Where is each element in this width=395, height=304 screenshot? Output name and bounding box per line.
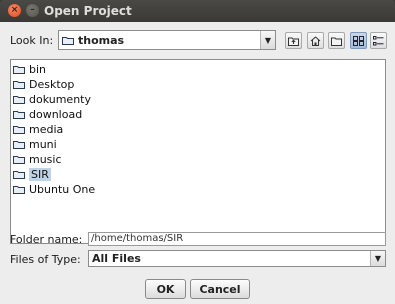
folder-icon: [13, 125, 25, 134]
ok-button[interactable]: OK: [145, 279, 186, 299]
folder-icon: [13, 170, 25, 179]
list-item[interactable]: download: [13, 107, 82, 121]
look-in-value: thomas: [78, 33, 125, 47]
list-view-icon: [353, 35, 364, 46]
folder-icon: [13, 80, 25, 89]
up-one-level-button[interactable]: [285, 32, 302, 49]
list-item[interactable]: media: [13, 122, 63, 136]
list-item[interactable]: music: [13, 152, 62, 166]
files-of-type-value: All Files: [92, 252, 141, 265]
list-item-label: SIR: [29, 167, 51, 181]
list-item[interactable]: Desktop: [13, 77, 74, 91]
new-folder-icon: [331, 37, 342, 46]
window-title: Open Project: [44, 4, 132, 18]
folder-icon: [13, 110, 25, 119]
home-button[interactable]: [307, 32, 324, 49]
files-of-type-select[interactable]: All Files ▼: [88, 250, 386, 267]
folder-name-label: Folder name:: [10, 233, 83, 246]
list-view-button[interactable]: [350, 32, 367, 49]
list-item[interactable]: bin: [13, 62, 46, 76]
home-icon: [310, 35, 321, 46]
close-icon[interactable]: ×: [8, 4, 21, 17]
list-item-label: Ubuntu One: [29, 182, 96, 196]
up-one-level-icon: [288, 37, 299, 46]
list-item-label: Desktop: [29, 77, 75, 91]
title-bar[interactable]: × – Open Project: [0, 0, 395, 22]
folder-icon: [13, 155, 25, 164]
look-in-select[interactable]: thomas ▼: [58, 30, 276, 50]
minimize-icon[interactable]: –: [26, 4, 39, 17]
list-item-label: download: [29, 107, 83, 121]
dialog-body: Look In: thomas ▼ bin Desktop dokumenty …: [0, 22, 395, 304]
file-list[interactable]: bin Desktop dokumenty download media muni musi…: [10, 59, 386, 244]
list-item[interactable]: dokumenty: [13, 92, 91, 106]
chevron-down-icon[interactable]: ▼: [370, 251, 385, 266]
list-item-label: dokumenty: [29, 92, 91, 106]
new-folder-button[interactable]: [328, 32, 345, 49]
list-item-label: muni: [29, 137, 57, 151]
list-item-label: bin: [29, 62, 47, 76]
list-item-label: music: [29, 152, 62, 166]
list-item-label: media: [29, 122, 64, 136]
list-item[interactable]: SIR: [13, 167, 51, 181]
cancel-button[interactable]: Cancel: [190, 279, 250, 299]
details-view-button[interactable]: [370, 32, 387, 49]
files-of-type-label: Files of Type:: [10, 253, 81, 266]
folder-icon: [13, 185, 25, 194]
folder-icon: [13, 140, 25, 149]
details-view-icon: [373, 35, 384, 45]
chevron-down-icon[interactable]: ▼: [260, 31, 275, 49]
list-item[interactable]: Ubuntu One: [13, 182, 95, 196]
folder-icon: [13, 65, 25, 74]
list-item[interactable]: muni: [13, 137, 57, 151]
folder-icon: [13, 95, 25, 104]
folder-name-field[interactable]: /home/thomas/SIR: [88, 232, 386, 246]
look-in-label: Look In:: [10, 34, 54, 47]
folder-icon: [62, 36, 74, 45]
